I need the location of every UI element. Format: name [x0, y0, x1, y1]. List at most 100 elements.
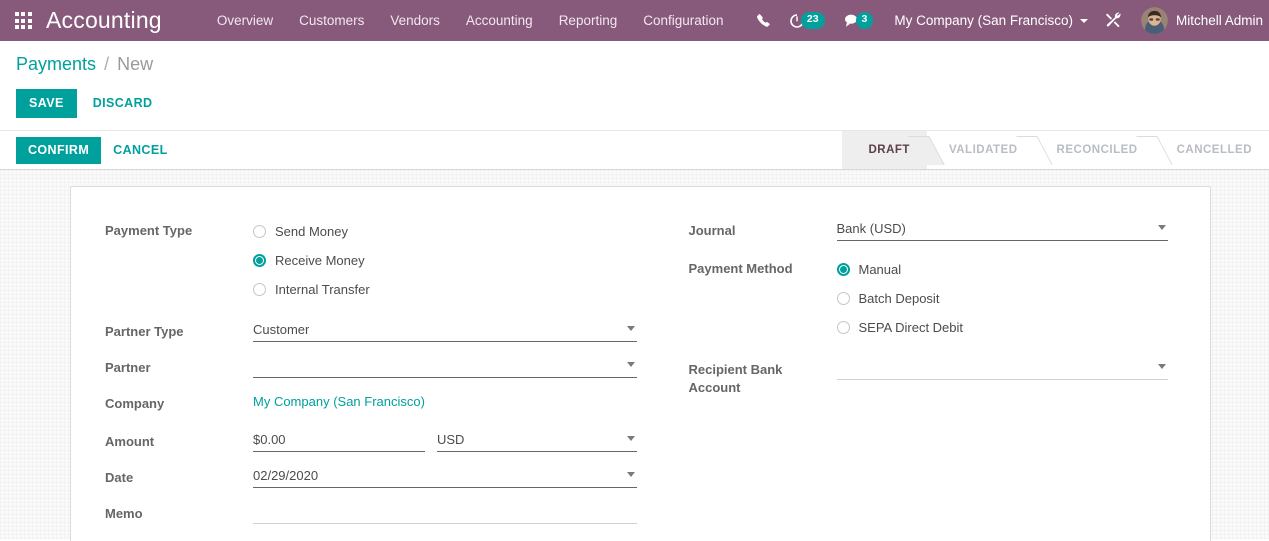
radio-icon-batch-deposit	[836, 292, 850, 306]
radio-sepa-direct-debit[interactable]: SEPA Direct Debit	[836, 313, 1169, 342]
partner-type-select[interactable]: Customer	[253, 318, 637, 343]
chevron-down-icon	[626, 326, 635, 332]
menu-item-accounting[interactable]: Accounting	[453, 0, 546, 41]
field-company: Company My Company (San Francisco)	[105, 390, 637, 414]
field-label-recipient-bank-account-line2: Account	[688, 380, 741, 396]
radio-icon-sepa-direct-debit	[836, 321, 850, 335]
field-payment-type: Payment Type Send Money Receive Money In…	[105, 217, 637, 304]
field-recipient-bank-account: Recipient Bank Account	[689, 356, 1168, 397]
recipient-bank-account-select[interactable]	[836, 356, 1168, 381]
radio-label-receive-money: Receive Money	[275, 253, 365, 269]
save-button[interactable]: SAVE	[16, 89, 77, 119]
control-panel: Payments / New SAVE DISCARD	[0, 41, 1269, 131]
radio-send-money[interactable]: Send Money	[253, 217, 637, 246]
field-payment-method: Payment Method Manual Batch Deposit SEPA…	[689, 255, 1169, 342]
apps-menu-toggle[interactable]	[0, 0, 46, 41]
field-label-payment-type: Payment Type	[105, 223, 193, 239]
radio-receive-money[interactable]: Receive Money	[253, 246, 637, 275]
company-value-link[interactable]: My Company (San Francisco)	[253, 394, 425, 409]
radio-manual[interactable]: Manual	[836, 255, 1169, 284]
radio-label-manual: Manual	[858, 262, 902, 278]
chevron-down-icon	[1158, 364, 1166, 370]
journal-select[interactable]: Bank (USD)	[836, 217, 1168, 242]
field-label-amount: Amount	[105, 434, 155, 450]
company-switcher-label: My Company (San Francisco)	[894, 13, 1073, 28]
journal-value: Bank (USD)	[836, 220, 906, 236]
confirm-button[interactable]: CONFIRM	[16, 136, 102, 164]
record-action-buttons: SAVE DISCARD	[16, 76, 1253, 130]
menu-item-vendors[interactable]: Vendors	[377, 0, 453, 41]
menu-item-configuration[interactable]: Configuration	[630, 0, 736, 41]
form-column-left: Payment Type Send Money Receive Money In…	[105, 217, 637, 525]
payment-method-radio-group: Manual Batch Deposit SEPA Direct Debit	[836, 255, 1169, 342]
form-column-right: Journal Bank (USD) Payment Method Manual…	[637, 217, 1169, 524]
radio-internal-transfer[interactable]: Internal Transfer	[253, 275, 637, 304]
status-stage-draft[interactable]: DRAFT	[842, 131, 927, 170]
radio-label-internal-transfer: Internal Transfer	[275, 282, 370, 298]
radio-icon-internal-transfer	[253, 283, 266, 297]
breadcrumb-separator: /	[104, 54, 110, 74]
activities-count-badge: 23	[800, 12, 825, 29]
breadcrumb-current: New	[117, 54, 154, 74]
radio-label-sepa-direct-debit: SEPA Direct Debit	[858, 320, 964, 336]
amount-value: $0.00	[253, 431, 286, 447]
field-label-recipient-bank-account: Recipient Bank Account	[689, 356, 837, 397]
radio-label-send-money: Send Money	[275, 224, 348, 240]
status-pipeline: DRAFT VALIDATED RECONCILED CANCELLED	[842, 131, 1269, 170]
discard-button[interactable]: DISCARD	[81, 89, 165, 118]
messages-button[interactable]: 3	[834, 0, 883, 41]
field-label-journal: Journal	[688, 223, 736, 239]
messages-count-badge: 3	[855, 12, 874, 29]
radio-batch-deposit[interactable]: Batch Deposit	[836, 284, 1169, 313]
statusbar-row: CONFIRM CANCEL DRAFT VALIDATED RECONCILE…	[0, 130, 1269, 171]
user-avatar	[1140, 7, 1168, 34]
developer-tools-icon	[1105, 12, 1121, 28]
radio-label-batch-deposit: Batch Deposit	[858, 291, 940, 307]
main-menu: Overview Customers Vendors Accounting Re…	[204, 0, 737, 41]
activities-button[interactable]: 23	[780, 0, 834, 41]
date-input[interactable]: 02/29/2020	[253, 464, 637, 489]
field-amount: Amount $0.00 USD	[105, 428, 637, 453]
apps-grid-icon	[14, 12, 32, 29]
field-date: Date 02/29/2020	[105, 464, 637, 489]
cancel-button[interactable]: CANCEL	[101, 137, 179, 164]
field-memo: Memo	[105, 500, 637, 525]
field-label-recipient-bank-account-line1: Recipient Bank	[688, 362, 783, 378]
chevron-down-icon	[626, 436, 635, 442]
menu-item-customers[interactable]: Customers	[286, 0, 377, 41]
menu-item-overview[interactable]: Overview	[204, 0, 286, 41]
chevron-down-icon	[626, 362, 635, 368]
status-stage-reconciled[interactable]: RECONCILED	[1035, 131, 1155, 169]
phone-button[interactable]	[747, 0, 780, 41]
field-label-date: Date	[105, 470, 134, 486]
currency-select[interactable]: USD	[437, 428, 637, 453]
partner-type-value: Customer	[253, 321, 310, 337]
app-brand-title[interactable]: Accounting	[46, 7, 162, 34]
menu-item-reporting[interactable]: Reporting	[546, 0, 631, 41]
chevron-down-icon	[626, 472, 635, 478]
breadcrumb-payments[interactable]: Payments	[16, 54, 96, 74]
amount-input[interactable]: $0.00	[253, 428, 425, 453]
chevron-down-icon	[1158, 225, 1166, 231]
field-journal: Journal Bank (USD)	[688, 217, 1168, 242]
company-switcher[interactable]: My Company (San Francisco)	[882, 13, 1096, 28]
memo-input[interactable]	[253, 500, 637, 525]
developer-tools-button[interactable]	[1096, 0, 1131, 41]
date-value: 02/29/2020	[253, 467, 319, 483]
field-label-memo: Memo	[105, 506, 143, 522]
form-background: Payment Type Send Money Receive Money In…	[0, 170, 1269, 541]
field-label-payment-method: Payment Method	[688, 261, 793, 277]
phone-icon	[756, 14, 770, 27]
breadcrumb: Payments / New	[16, 41, 1253, 76]
user-menu[interactable]: Mitchell Admin	[1131, 7, 1269, 34]
field-label-partner: Partner	[105, 360, 151, 376]
partner-select[interactable]	[253, 354, 637, 379]
field-partner-type: Partner Type Customer	[105, 318, 637, 343]
currency-value: USD	[437, 431, 465, 447]
field-label-partner-type: Partner Type	[105, 324, 184, 340]
